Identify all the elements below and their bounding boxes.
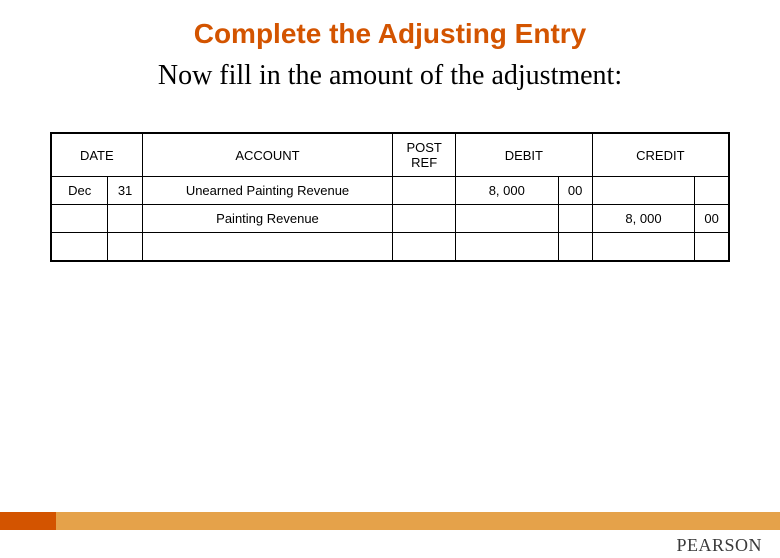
col-postref: POST REF [393, 133, 456, 177]
col-date: DATE [51, 133, 142, 177]
cell-credit-cents: 00 [695, 205, 729, 233]
cell-postref [393, 233, 456, 261]
cell-debit-main [456, 205, 559, 233]
cell-debit-main [456, 233, 559, 261]
journal-table: DATE ACCOUNT POST REF DEBIT CREDIT Dec 3… [50, 132, 730, 262]
slide-subtitle: Now fill in the amount of the adjustment… [0, 60, 780, 92]
cell-credit-main [592, 177, 695, 205]
cell-day: 31 [108, 177, 142, 205]
slide-title: Complete the Adjusting Entry [0, 18, 780, 50]
cell-postref [393, 205, 456, 233]
table-row: Painting Revenue 8, 000 00 [51, 205, 729, 233]
cell-debit-cents: 00 [558, 177, 592, 205]
cell-debit-main: 8, 000 [456, 177, 559, 205]
cell-debit-cents [558, 205, 592, 233]
cell-credit-cents [695, 233, 729, 261]
footer-accent-bar [0, 512, 780, 530]
cell-debit-cents [558, 233, 592, 261]
col-debit: DEBIT [456, 133, 593, 177]
cell-credit-cents [695, 177, 729, 205]
cell-month: Dec [51, 177, 108, 205]
cell-month [51, 205, 108, 233]
cell-credit-main: 8, 000 [592, 205, 695, 233]
cell-day [108, 205, 142, 233]
table-row [51, 233, 729, 261]
cell-account: Unearned Painting Revenue [142, 177, 393, 205]
col-credit: CREDIT [592, 133, 729, 177]
col-account: ACCOUNT [142, 133, 393, 177]
table-row: Dec 31 Unearned Painting Revenue 8, 000 … [51, 177, 729, 205]
cell-month [51, 233, 108, 261]
cell-account [142, 233, 393, 261]
cell-day [108, 233, 142, 261]
table-header-row: DATE ACCOUNT POST REF DEBIT CREDIT [51, 133, 729, 177]
pearson-logo: PEARSON [676, 535, 762, 556]
cell-account: Painting Revenue [142, 205, 393, 233]
cell-credit-main [592, 233, 695, 261]
cell-postref [393, 177, 456, 205]
